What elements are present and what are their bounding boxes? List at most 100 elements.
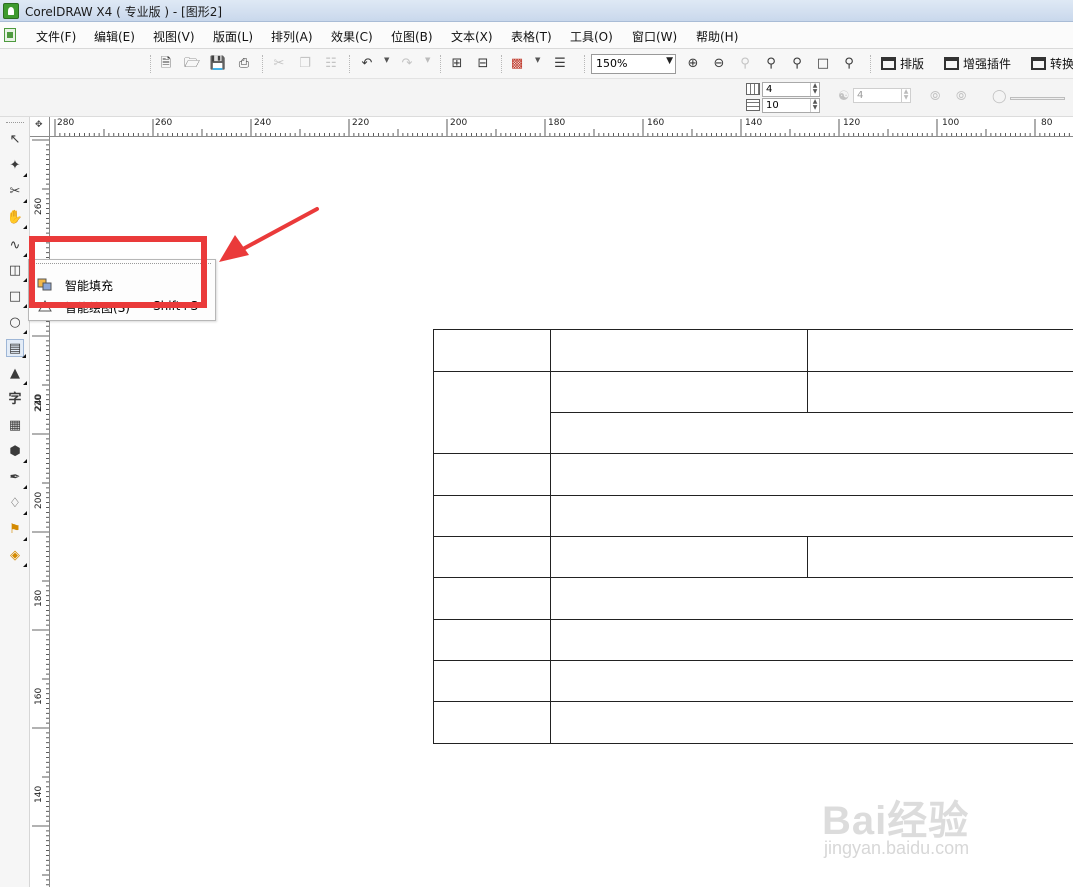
crop-tool-icon[interactable]: ✂ — [6, 183, 27, 203]
object-tool-icon[interactable]: ▤ — [6, 339, 26, 358]
toolbar-separator — [262, 55, 263, 73]
table-row-divider — [433, 701, 1073, 702]
menu-file[interactable]: 文件(F) — [36, 28, 76, 45]
ruler-h-label: 240 — [254, 118, 272, 128]
logarithmic-spiral-icon[interactable]: ⦾ — [956, 89, 966, 104]
ruler-h-label: 220 — [352, 118, 370, 128]
interactive-effects-icon[interactable]: ⬢ — [6, 443, 27, 463]
save-icon[interactable]: 💾 — [209, 55, 227, 73]
convert-icon — [1031, 57, 1046, 70]
copy-icon[interactable]: ❐ — [296, 55, 314, 73]
zoom-width-icon[interactable]: □ — [814, 55, 832, 73]
print-icon[interactable]: ⎙ — [235, 55, 253, 73]
text-tool-icon[interactable]: 字 — [6, 391, 24, 409]
basic-shapes-icon[interactable]: ▲ — [6, 365, 27, 385]
spiral-revolutions-input[interactable]: 4 ▲ ▼ — [853, 88, 911, 103]
ruler-h-label: 260 — [155, 118, 173, 128]
table-border-top — [433, 329, 1073, 330]
undo-icon[interactable]: ↶ — [358, 55, 376, 73]
table-rows-input[interactable]: 10 ▲ ▼ — [762, 98, 820, 113]
chevron-down-icon: ▼ — [666, 56, 673, 66]
table-columns-icon — [746, 83, 760, 95]
table-tool-icon[interactable]: ▦ — [6, 417, 24, 435]
pick-tool-icon[interactable]: ↖ — [6, 131, 24, 149]
menu-help[interactable]: 帮助(H) — [696, 28, 738, 45]
app-window: CorelDRAW X4 ( 专业版 ) - [图形2] 文件(F) 编辑(E)… — [0, 0, 1073, 887]
export-icon[interactable]: ⊟ — [474, 55, 492, 73]
redo-icon[interactable]: ↷ — [398, 55, 416, 73]
menu-view[interactable]: 视图(V) — [153, 28, 195, 45]
table-row-divider — [433, 495, 1073, 496]
plugin-typeset-button[interactable]: 排版 — [881, 55, 924, 72]
zoom-level-select[interactable]: 150% ▼ — [591, 54, 676, 74]
outline-pen-icon[interactable]: ♢ — [6, 495, 27, 515]
table-columns-input[interactable]: 4 ▲ ▼ — [762, 82, 820, 97]
symmetrical-spiral-icon[interactable]: ⦾ — [930, 89, 940, 104]
menu-effects[interactable]: 效果(C) — [331, 28, 373, 45]
plugin-convert-button[interactable]: 转换 — [1031, 55, 1073, 72]
welcome-screen-icon[interactable]: ☰ — [551, 55, 569, 73]
spinner-arrows-icon[interactable]: ▲ ▼ — [901, 89, 910, 102]
zoom-all-objects-icon[interactable]: ⚲ — [762, 55, 780, 73]
zoom-selected-icon[interactable]: ⚲ — [736, 55, 754, 73]
redo-dropdown-icon[interactable]: ▼ — [425, 56, 430, 64]
spiral-revolutions-value: 4 — [857, 90, 864, 101]
table-column-divider — [807, 329, 808, 412]
zoom-height-icon[interactable]: ⚲ — [840, 55, 858, 73]
eyedropper-icon[interactable]: ✒ — [6, 469, 27, 489]
ruler-h-label: 140 — [745, 118, 763, 128]
freehand-tool-icon[interactable]: ∿ — [6, 237, 27, 257]
menu-bitmaps[interactable]: 位图(B) — [391, 28, 433, 45]
document-icon[interactable] — [4, 28, 16, 42]
smart-fill-icon[interactable]: ◫ — [6, 262, 27, 282]
ruler-h-label: 80 — [1041, 118, 1053, 128]
ruler-h-label: 120 — [843, 118, 861, 128]
application-launcher-icon[interactable]: ▩ — [508, 55, 526, 73]
menu-layout[interactable]: 版面(L) — [213, 28, 253, 45]
table-row-divider — [433, 536, 1073, 537]
launcher-dropdown-icon[interactable]: ▼ — [535, 56, 540, 64]
table-border-bottom — [433, 743, 1073, 744]
plugin-enhance-button[interactable]: 增强插件 — [944, 55, 1011, 72]
horizontal-ruler[interactable]: 280 260 240 220 200 180 160 140 120 100 … — [50, 117, 1073, 137]
ellipse-tool-icon[interactable]: ○ — [6, 314, 27, 334]
menu-edit[interactable]: 编辑(E) — [94, 28, 135, 45]
menu-table[interactable]: 表格(T) — [511, 28, 552, 45]
ruler-origin-corner[interactable]: ✥ — [30, 117, 50, 137]
undo-dropdown-icon[interactable]: ▼ — [384, 56, 389, 64]
spinner-arrows-icon[interactable]: ▲ ▼ — [810, 99, 819, 112]
ruler-v-label: 260 — [34, 197, 44, 215]
expansion-slider[interactable] — [1010, 97, 1065, 100]
menu-window[interactable]: 窗口(W) — [632, 28, 677, 45]
paste-icon[interactable]: ☷ — [322, 55, 340, 73]
zoom-out-icon[interactable]: ⊖ — [710, 55, 728, 73]
coreldraw-app-icon[interactable] — [3, 3, 19, 19]
zoom-page-icon[interactable]: ⚲ — [788, 55, 806, 73]
menu-text[interactable]: 文本(X) — [451, 28, 493, 45]
spinner-arrows-icon[interactable]: ▲ ▼ — [810, 83, 819, 96]
new-document-icon[interactable]: 🗎 — [157, 55, 175, 73]
toolbox: ↖ ✦ ✂ ✋ ∿ ◫ □ ○ ▤ ▲ 字 ▦ ⬢ ✒ ♢ ⚑ ◈ — [0, 117, 30, 887]
open-folder-icon[interactable]: 🗁 — [183, 55, 201, 73]
pan-hand-icon[interactable]: ✋ — [6, 209, 27, 229]
table-object[interactable] — [433, 329, 1073, 744]
title-bar: CorelDRAW X4 ( 专业版 ) - [图形2] — [0, 0, 1073, 22]
fill-bucket-icon[interactable]: ⚑ — [6, 521, 27, 541]
toolbox-grip — [6, 122, 24, 123]
interactive-fill-icon[interactable]: ◈ — [6, 547, 27, 567]
toolbar-separator — [584, 55, 585, 73]
menu-arrange[interactable]: 排列(A) — [271, 28, 313, 45]
ruler-h-label: 200 — [450, 118, 468, 128]
zoom-level-value: 150% — [596, 57, 628, 70]
ruler-v-label: 200 — [34, 491, 44, 509]
rectangle-tool-icon[interactable]: □ — [6, 288, 27, 308]
baidu-watermark: Bai经验 jingyan.baidu.com — [822, 768, 1022, 868]
red-arrow-annotation — [219, 207, 319, 262]
shape-tool-icon[interactable]: ✦ — [6, 157, 27, 177]
import-icon[interactable]: ⊞ — [448, 55, 466, 73]
window-title: CorelDRAW X4 ( 专业版 ) - [图形2] — [25, 5, 223, 19]
cut-icon[interactable]: ✂ — [270, 55, 288, 73]
zoom-in-icon[interactable]: ⊕ — [684, 55, 702, 73]
ruler-v-label: 160 — [34, 687, 44, 705]
menu-tools[interactable]: 工具(O) — [570, 28, 613, 45]
